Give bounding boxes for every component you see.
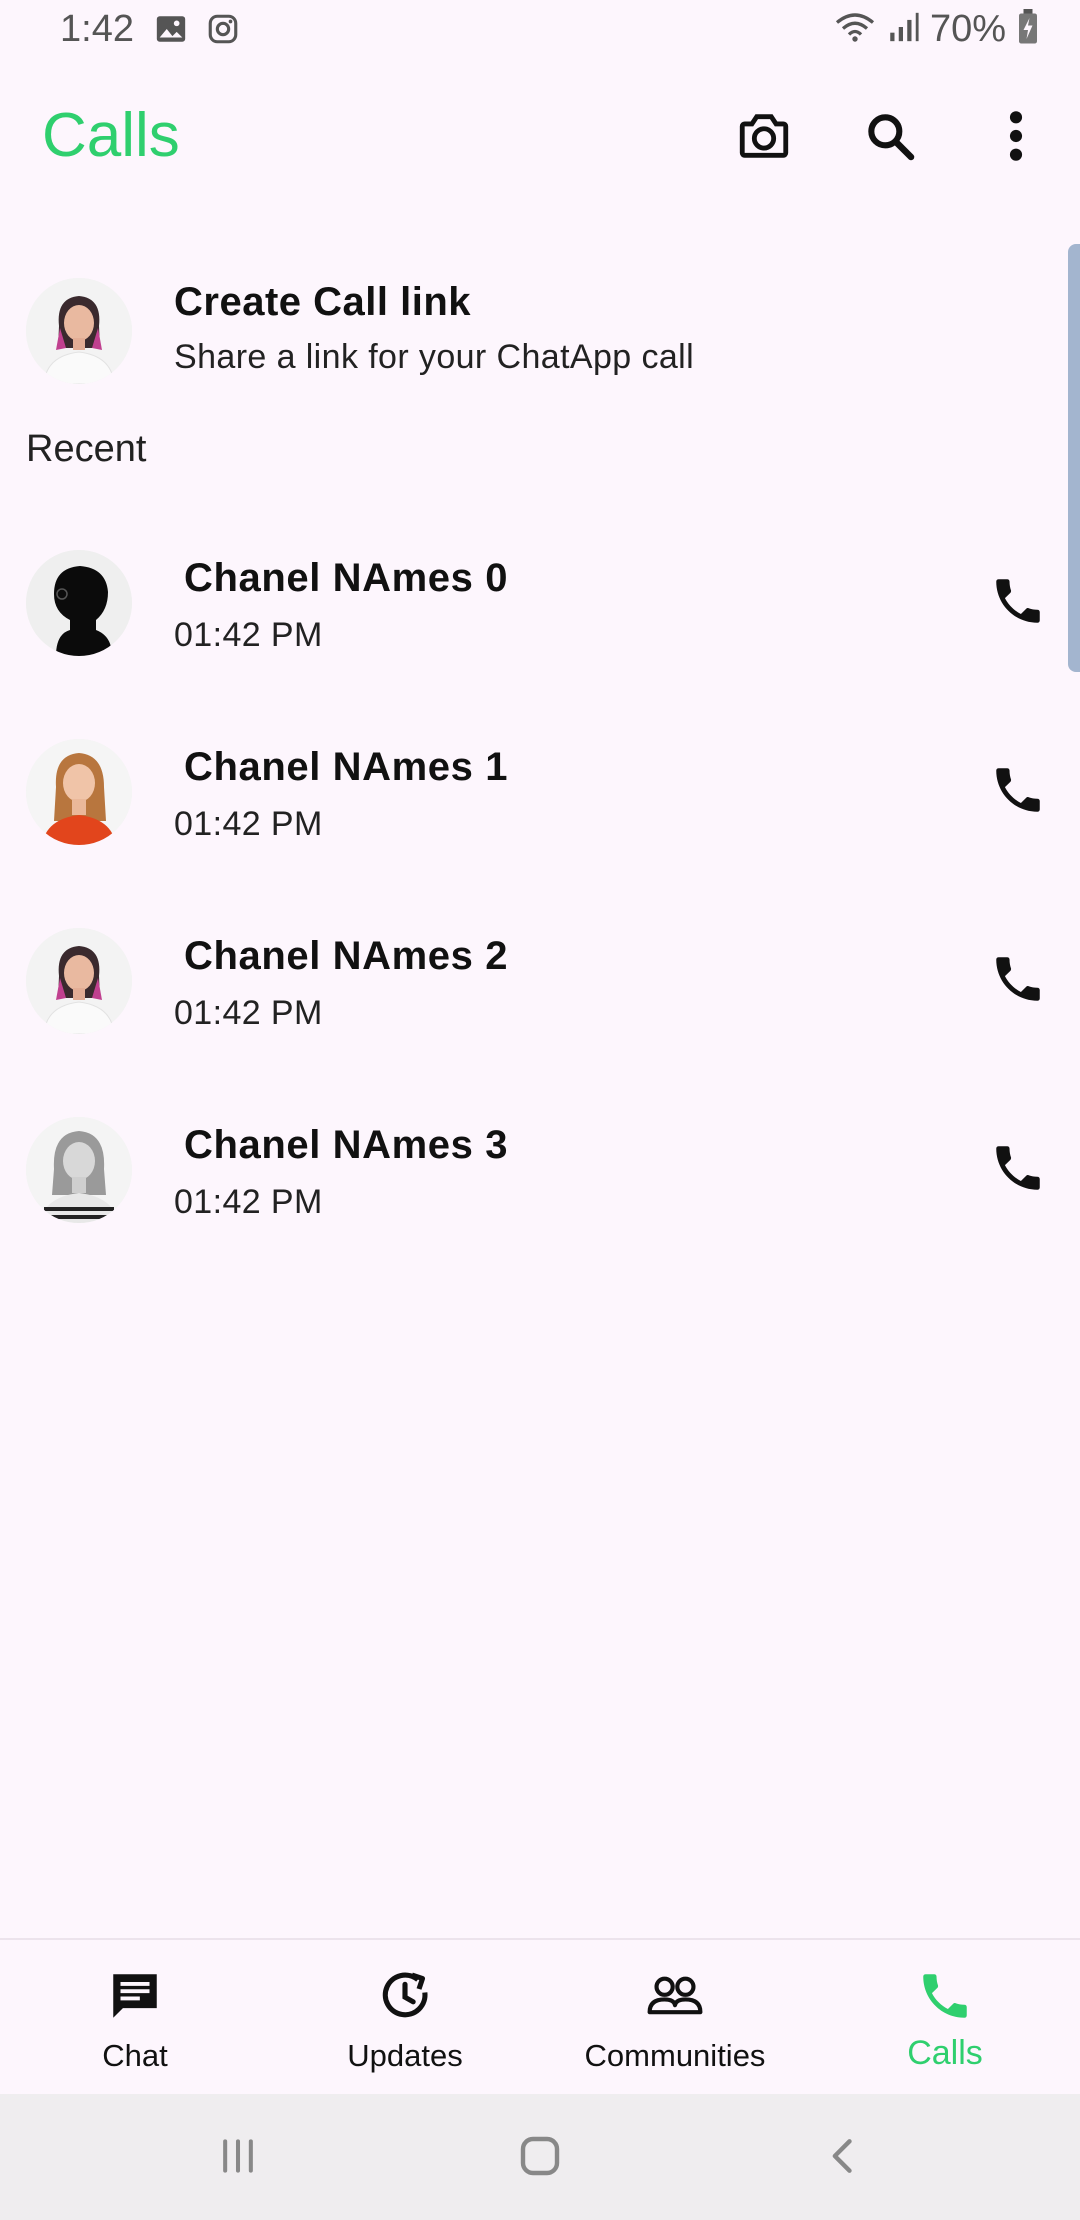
home-button[interactable] [500, 2126, 580, 2190]
home-icon [516, 2132, 564, 2185]
create-call-link[interactable]: Create Call link Share a link for your C… [0, 266, 1060, 396]
avatar [26, 278, 132, 384]
signal-icon [886, 10, 920, 49]
create-link-subtitle: Share a link for your ChatApp call [174, 338, 695, 376]
avatar [26, 550, 132, 656]
list-item[interactable]: Chanel NAmes 0 01:42 PM [0, 528, 1080, 678]
page-title: Calls [42, 101, 180, 170]
app-bar: Calls [0, 80, 1080, 190]
list-item[interactable]: Chanel NAmes 2 01:42 PM [0, 906, 1080, 1056]
image-icon [154, 12, 188, 51]
system-navigation-bar [0, 2094, 1080, 2220]
nav-label-chat: Chat [102, 2038, 168, 2073]
list-item[interactable]: Chanel NAmes 1 01:42 PM [0, 717, 1080, 867]
status-system-icons: 70% [834, 8, 1040, 51]
call-time: 01:42 PM [174, 1183, 323, 1221]
chat-icon [105, 1966, 165, 2026]
bottom-navigation: Chat Updates Communities Calls [0, 1938, 1080, 2096]
updates-icon [375, 1966, 435, 2026]
nav-item-calls[interactable]: Calls [810, 1940, 1080, 2096]
avatar [26, 928, 132, 1034]
voice-call-button[interactable] [978, 752, 1058, 832]
phone-icon [989, 1139, 1047, 1202]
call-name: Chanel NAmes 0 [184, 556, 509, 600]
create-link-title: Create Call link [174, 280, 472, 324]
call-time: 01:42 PM [174, 805, 323, 843]
phone-icon [989, 572, 1047, 635]
more-vert-icon [1006, 108, 1026, 169]
avatar [26, 739, 132, 845]
status-bar: 1:42 70% [0, 0, 1080, 64]
instagram-icon [206, 12, 240, 51]
battery-charging-icon [1016, 9, 1040, 50]
status-time: 1:42 [60, 8, 134, 50]
battery-percent: 70% [929, 8, 1006, 50]
call-name: Chanel NAmes 2 [184, 934, 509, 978]
nav-item-updates[interactable]: Updates [270, 1940, 540, 2096]
communities-icon [645, 1966, 705, 2026]
phone-icon [989, 761, 1047, 824]
camera-icon [735, 107, 793, 170]
camera-button[interactable] [724, 98, 804, 178]
voice-call-button[interactable] [978, 563, 1058, 643]
nav-label-calls: Calls [907, 2034, 983, 2072]
nav-label-updates: Updates [347, 2038, 463, 2073]
recents-button[interactable] [198, 2126, 278, 2190]
voice-call-button[interactable] [978, 941, 1058, 1021]
call-name: Chanel NAmes 1 [184, 745, 509, 789]
call-name: Chanel NAmes 3 [184, 1123, 509, 1167]
status-notification-icons [154, 12, 240, 51]
list-item[interactable]: Chanel NAmes 3 01:42 PM [0, 1095, 1080, 1245]
call-time: 01:42 PM [174, 994, 323, 1032]
phone-icon [989, 950, 1047, 1013]
back-icon [822, 2134, 866, 2183]
phone-icon [915, 1966, 975, 2026]
voice-call-button[interactable] [978, 1130, 1058, 1210]
nav-item-chat[interactable]: Chat [0, 1940, 270, 2096]
nav-item-communities[interactable]: Communities [540, 1940, 810, 2096]
search-icon [862, 108, 918, 169]
recents-icon [216, 2134, 260, 2183]
back-button[interactable] [804, 2126, 884, 2190]
avatar [26, 1117, 132, 1223]
more-options-button[interactable] [976, 98, 1056, 178]
wifi-icon [834, 10, 876, 49]
call-time: 01:42 PM [174, 616, 323, 654]
nav-label-communities: Communities [584, 2038, 766, 2073]
search-button[interactable] [850, 98, 930, 178]
recent-section-label: Recent [26, 428, 147, 470]
